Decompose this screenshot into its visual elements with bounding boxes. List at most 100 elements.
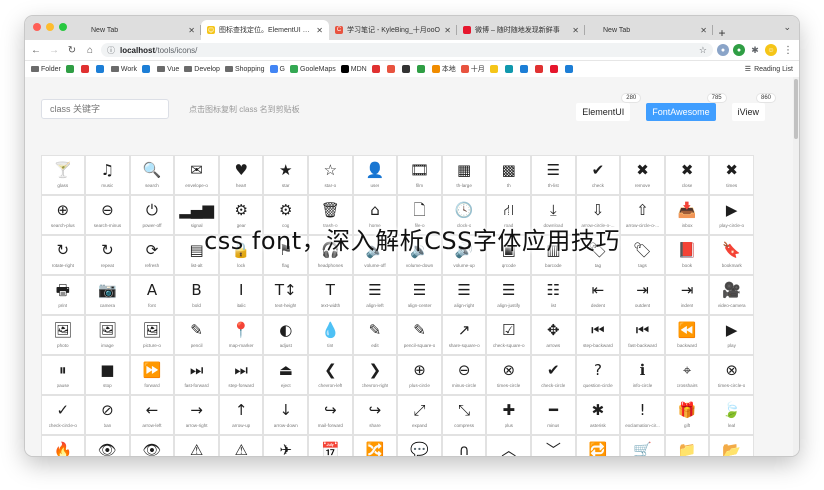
icon-cell-book[interactable]: 📕 book [664, 234, 710, 275]
icon-cell-pencil[interactable]: ✎ pencil [174, 314, 219, 355]
icon-cell-align-center[interactable]: ☰ align-center [397, 274, 442, 315]
bookmark-item[interactable]: GooleMaps [290, 65, 336, 73]
icon-cell-check-circle[interactable]: ✔ check-circle [531, 354, 576, 395]
bookmark-item[interactable] [504, 65, 515, 73]
icon-cell-star-o[interactable]: ☆ star-o [308, 154, 353, 195]
bookmark-item[interactable] [519, 65, 530, 73]
icon-cell-search-minus[interactable]: ⊖ search-minus [85, 194, 130, 235]
icon-cell-arrow-circle-o-[interactable]: ⇧ arrow-circle-o-... [620, 194, 665, 235]
bookmark-folder[interactable]: Work [110, 66, 137, 73]
icon-cell-gift[interactable]: 🎁 gift [664, 394, 710, 435]
icon-cell-list[interactable]: ☷ list [531, 274, 576, 315]
icon-cell-times[interactable]: ✖ times [709, 154, 754, 195]
bookmark-folder[interactable]: Folder [31, 66, 61, 73]
bookmark-item[interactable] [371, 65, 382, 73]
icon-cell-stop[interactable]: ■ stop [85, 354, 130, 395]
icon-cell-volume-down[interactable]: 🔉 volume-down [397, 234, 442, 275]
bookmark-item[interactable] [95, 65, 106, 73]
bookmark-item[interactable]: G [269, 65, 285, 73]
icon-cell-fire[interactable]: 🔥fire [40, 434, 86, 456]
icon-cell-glass[interactable]: 🍸 glass [40, 154, 86, 195]
icon-cell-cog[interactable]: ⚙ cog [263, 194, 309, 235]
bookmark-item[interactable] [80, 65, 91, 73]
icon-cell-th-list[interactable]: ☰ th-list [531, 154, 576, 195]
icon-cell-minus-circle[interactable]: ⊖ minus-circle [441, 354, 487, 395]
icon-cell-retweet[interactable]: 🔁retweet [575, 434, 621, 456]
browser-tab[interactable]: C 学习笔记 - KyleBing_十月ooO ✕ [329, 20, 457, 40]
icon-cell-envelope-o[interactable]: ✉ envelope-o [174, 154, 219, 195]
icon-cell-arrow-left[interactable]: ← arrow-left [129, 394, 175, 435]
reading-list-button[interactable]: ☰ Reading List [745, 65, 793, 74]
icon-cell-arrows[interactable]: ✥ arrows [531, 314, 576, 355]
icon-cell-italic[interactable]: Iitalic [218, 274, 264, 315]
icon-cell-play[interactable]: ▶ play [709, 314, 754, 355]
icon-cell-file-o[interactable]: 🗋 file-o [397, 194, 442, 235]
icon-cell-expand[interactable]: ⤢ expand [397, 394, 442, 435]
icon-cell-tint[interactable]: 💧 tint [308, 314, 353, 355]
browser-tab[interactable]: New Tab ✕ [73, 20, 201, 40]
icon-cell-arrow-circle-o-[interactable]: ⇩ arrow-circle-o-... [575, 194, 621, 235]
bookmark-item[interactable] [534, 65, 545, 73]
icon-cell-leaf[interactable]: 🍃 leaf [709, 394, 754, 435]
library-button-elementui[interactable]: ElementUI 280 [576, 94, 641, 121]
close-window-button[interactable] [33, 23, 41, 31]
bookmark-item[interactable] [549, 65, 560, 73]
icon-cell-chevron-right[interactable]: ❯ chevron-right [352, 354, 398, 395]
icon-cell-share[interactable]: ↪ share [352, 394, 398, 435]
icon-cell-search[interactable]: 🔍 search [129, 154, 175, 195]
icon-cell-map-marker[interactable]: 📍 map-marker [218, 314, 264, 355]
icon-cell-times-circle-o[interactable]: ⊗ times-circle-o [709, 354, 754, 395]
icon-cell-mail-forward[interactable]: ↪ mail-forward [308, 394, 353, 435]
icon-cell-exclamation-cir[interactable]: ! exclamation-cir... [620, 394, 665, 435]
icon-cell-times-circle[interactable]: ⊗ times-circle [486, 354, 532, 395]
icon-cell-star[interactable]: ★ star [263, 154, 309, 195]
icon-cell-check-square-o[interactable]: ☑ check-square-o [486, 314, 532, 355]
icon-cell-lock[interactable]: 🔒 lock [218, 234, 264, 275]
icon-cell-pause[interactable]: ⏸ pause [40, 354, 86, 395]
icon-cell-th[interactable]: ▩ th [486, 154, 532, 195]
icon-cell-photo[interactable]: 🖼 photo [40, 314, 86, 355]
bookmark-item[interactable] [386, 65, 397, 73]
icon-cell-user[interactable]: 👤 user [352, 154, 398, 195]
browser-tab[interactable]: 😊 图标查找定位。ElementUI Font ✕ [201, 20, 329, 40]
icon-cell-rotate-right[interactable]: ↻ rotate-right [40, 234, 86, 275]
icon-cell-chevron-left[interactable]: ❮ chevron-left [308, 354, 353, 395]
new-tab-button[interactable]: + [713, 26, 731, 40]
icon-cell-repeat[interactable]: ↻ repeat [85, 234, 130, 275]
icon-cell-pencil-square-o[interactable]: ✎ pencil-square-o [397, 314, 442, 355]
icon-cell-asterisk[interactable]: ✱ asterisk [575, 394, 621, 435]
info-icon[interactable]: ⓘ [107, 45, 115, 56]
icon-cell-arrow-up[interactable]: ↑ arrow-up [218, 394, 264, 435]
icon-cell-headphones[interactable]: 🎧 headphones [308, 234, 353, 275]
icon-cell-calendar[interactable]: 📅calendar [308, 434, 353, 456]
library-button-iview[interactable]: iView 860 [731, 94, 775, 121]
extension-icon[interactable]: ● [717, 44, 729, 56]
icon-cell-step-forward[interactable]: ⏭ step-forward [218, 354, 264, 395]
icon-cell-share-square-o[interactable]: ↗ share-square-o [441, 314, 487, 355]
icon-cell-indent[interactable]: ⇥ indent [664, 274, 710, 315]
icon-cell-eye[interactable]: 👁eye [85, 434, 130, 456]
icon-cell-th-large[interactable]: ▦ th-large [441, 154, 487, 195]
bookmark-star-icon[interactable]: ☆ [699, 45, 707, 56]
icon-cell-search-plus[interactable]: ⊕ search-plus [40, 194, 86, 235]
tab-search-chevron-icon[interactable]: ⌄ [783, 22, 791, 33]
icon-cell-check-circle-o[interactable]: ✓ check-circle-o [40, 394, 86, 435]
icon-cell-camera[interactable]: 📷 camera [85, 274, 130, 315]
icon-cell-compress[interactable]: ⤡ compress [441, 394, 487, 435]
icon-cell-road[interactable]: ⛙ road [486, 194, 532, 235]
icon-cell-gear[interactable]: ⚙ gear [218, 194, 264, 235]
close-tab-icon[interactable]: ✕ [188, 26, 195, 35]
home-icon[interactable]: ⌂ [83, 43, 97, 57]
icon-cell-shopping-cart[interactable]: 🛒shopping-cart [620, 434, 665, 456]
extension-icon[interactable]: ● [733, 44, 745, 56]
icon-cell-remove[interactable]: ✖ remove [620, 154, 665, 195]
icon-cell-tag[interactable]: 🏷 tag [575, 234, 621, 275]
icon-cell-info-circle[interactable]: ℹ info-circle [620, 354, 665, 395]
icon-cell-picture-o[interactable]: 🖼 picture-o [129, 314, 175, 355]
icon-cell-folder[interactable]: 📁folder [664, 434, 710, 456]
icon-cell-barcode[interactable]: ▥ barcode [531, 234, 576, 275]
bookmark-item[interactable] [401, 65, 412, 73]
icon-cell-random[interactable]: 🔀random [352, 434, 398, 456]
icon-cell-dedent[interactable]: ⇤ dedent [575, 274, 621, 315]
close-tab-icon[interactable]: ✕ [700, 26, 707, 35]
